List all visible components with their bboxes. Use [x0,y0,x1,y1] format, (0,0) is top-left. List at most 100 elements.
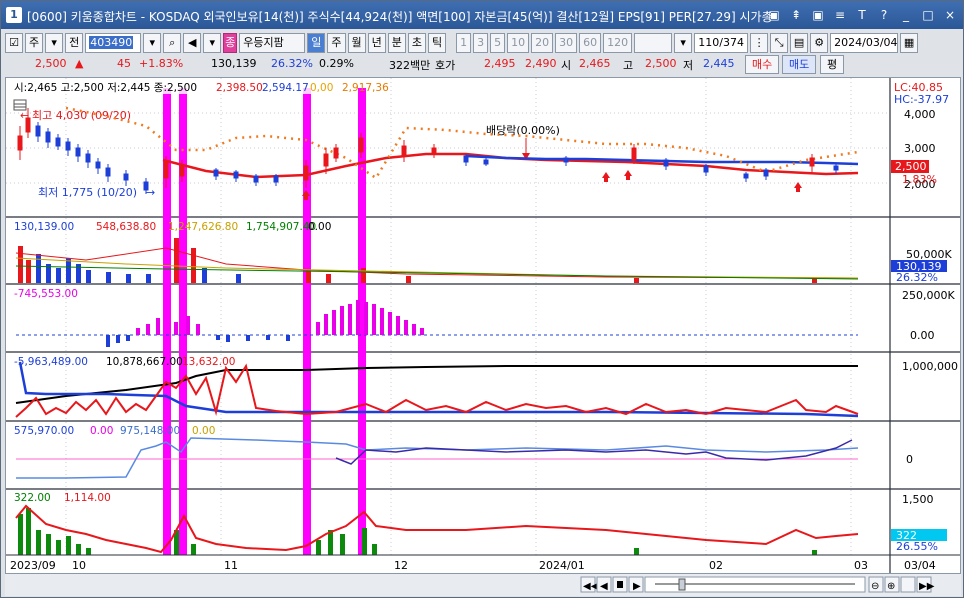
period-day-tab[interactable]: 일 [307,33,326,53]
price-change: 45 [117,57,131,70]
period-month-tab[interactable]: 월 [347,33,366,53]
to-top-icon[interactable]: ⇞ [787,6,805,24]
x-label-03: 03 [854,559,868,572]
price-axis-4000: 4,000 [904,108,936,121]
interval-20[interactable]: 20 [531,33,554,53]
date-input[interactable]: 2024/03/04 [830,33,899,53]
volume-header-5: 0.00 [308,221,331,233]
search-icon[interactable]: ⌕ [163,33,182,53]
scroll-controls-svg: ◀◀ ◀ ▶ ⊖ ⊕ ▶▶ [580,576,935,593]
x-label-current: 03/04 [904,559,936,572]
stock-name-field[interactable]: 우등지팜 [239,33,306,53]
speaker-icon[interactable]: ◀ [183,33,202,53]
low-label: 저 [683,59,694,72]
low-price-mark: 최저 1,775 (10/20) [38,186,137,199]
ratio-header-1: 322.00 [14,492,51,504]
interval-5[interactable]: 5 [490,33,506,53]
interval-dropdown-icon[interactable]: ▾ [674,33,693,53]
x-label-12: 12 [394,559,408,572]
ma-value-3: 0,00 [310,82,333,94]
period-tick-tab[interactable]: 틱 [428,33,447,53]
average-button[interactable]: 평 [820,55,845,74]
price-axis-3000: 3,000 [904,142,936,155]
interval-3[interactable]: 3 [473,33,489,53]
window-number-badge: 1 [6,7,22,23]
bid-price: 2,490 [525,57,557,70]
speaker-dropdown-icon[interactable]: ▾ [203,33,222,53]
scroll-bar-area: ◀◀ ◀ ▶ ⊖ ⊕ ▶▶ [5,574,961,596]
grid-icon[interactable]: ⋮ [750,33,769,53]
x-label-10: 10 [72,559,86,572]
interval-120[interactable]: 120 [603,33,633,53]
svg-text:⊖: ⊖ [871,581,879,592]
chart-svg: 시:2,465 고:2,500 저:2,445 종:2,500 2,398.50… [6,78,960,573]
chart-area[interactable]: 시:2,465 고:2,500 저:2,445 종:2,500 2,398.50… [5,77,961,574]
checkbox-icon[interactable]: ☑ [5,33,23,53]
svg-text:⊕: ⊕ [887,581,895,592]
high-price: 2,500 [645,57,677,70]
ma-value-1: 2,398.50 [216,82,263,94]
market-select[interactable]: 전 [65,33,84,53]
grid-lines [6,78,890,555]
interval-30[interactable]: 30 [555,33,578,53]
net-buy-axis-top: 250,000K [902,289,955,302]
layout-icon[interactable]: ▣ [809,6,827,24]
minimize-button[interactable]: _ [897,6,915,24]
dividend-mark: 배당락(0.00%) [486,124,560,137]
font-icon[interactable]: T [853,6,871,24]
interval-60[interactable]: 60 [579,33,602,53]
volume-header-4: 1,754,907.40 [246,221,316,233]
maximize-button[interactable]: □ [919,6,937,24]
flow-header-3: 975,148.00 [120,425,180,437]
price-panel: 시:2,465 고:2,500 저:2,445 종:2,500 2,398.50… [12,80,949,200]
flow-header-4: 0.00 [192,425,215,437]
type-dropdown-icon[interactable]: ▾ [45,33,64,53]
calendar-icon[interactable]: ▦ [900,33,919,53]
volume-header-3: 1,247,626.80 [168,221,238,233]
period-second-tab[interactable]: 초 [407,33,426,53]
price-change-pct: +1.83% [139,57,184,70]
period-minute-tab[interactable]: 분 [387,33,406,53]
open-label: 시 [561,59,572,72]
data-count-display[interactable]: 110/374 [694,33,749,53]
price-pct-tag: 1.83% [902,173,937,186]
save-icon[interactable]: ▤ [790,33,809,53]
stock-code-input[interactable]: 403490 [85,33,142,53]
net-buy-axis-zero: 0.00 [910,329,935,342]
volume-value: 130,139 [211,57,257,70]
investor-header-3: 13,632.00 [182,356,235,368]
svg-text:◀◀: ◀◀ [583,581,599,592]
trade-amount: 322백만 [389,59,431,72]
help-icon[interactable]: ? [875,6,893,24]
window-title: [0600] 키움종합차트 - KOSDAQ 외국인보유[14(천)] 주식수[… [27,10,773,24]
volume-ratio: 26.32% [271,57,313,70]
hoga-label: 호가 [435,59,456,72]
price-tag: 2,500 [895,160,927,173]
turnover-pct: 0.29% [319,57,354,70]
flow-header-1: 575,970.00 [14,425,74,437]
sell-button[interactable]: 매도 [782,55,817,74]
zoom-slider-thumb[interactable] [678,578,686,591]
period-year-tab[interactable]: 년 [367,33,386,53]
x-label-11: 11 [224,559,238,572]
buy-button[interactable]: 매수 [745,55,780,74]
volume-ratio-panel: 322.00 1,114.00 1,500 322 26.55% [14,492,947,555]
x-axis: 2023/09 10 11 12 2024/01 02 03 03/04 [6,554,960,572]
interval-10[interactable]: 10 [507,33,530,53]
title-buttons: ▣ ⇞ ▣ ≡ T ? _ □ × [765,6,959,24]
period-week-tab[interactable]: 주 [327,33,346,53]
settings-gear-icon[interactable]: ⚙ [810,33,829,53]
indicator-badge: 종 [223,33,238,53]
interval-custom-input[interactable] [634,33,673,53]
zoom-icon[interactable]: ⤡ [770,33,789,53]
chart-type-select[interactable]: 주 [25,33,44,53]
chart-window: 1 [0600] 키움종합차트 - KOSDAQ 외국인보유[14(천)] 주식… [0,0,964,598]
code-dropdown-icon[interactable]: ▾ [143,33,162,53]
link-window-icon[interactable]: ▣ [765,6,783,24]
flow-axis-zero: 0 [906,453,913,466]
screen-button[interactable] [900,576,916,593]
interval-1[interactable]: 1 [456,33,472,53]
menu-icon[interactable]: ≡ [831,6,849,24]
close-button[interactable]: × [941,6,959,24]
x-label-02: 02 [709,559,723,572]
